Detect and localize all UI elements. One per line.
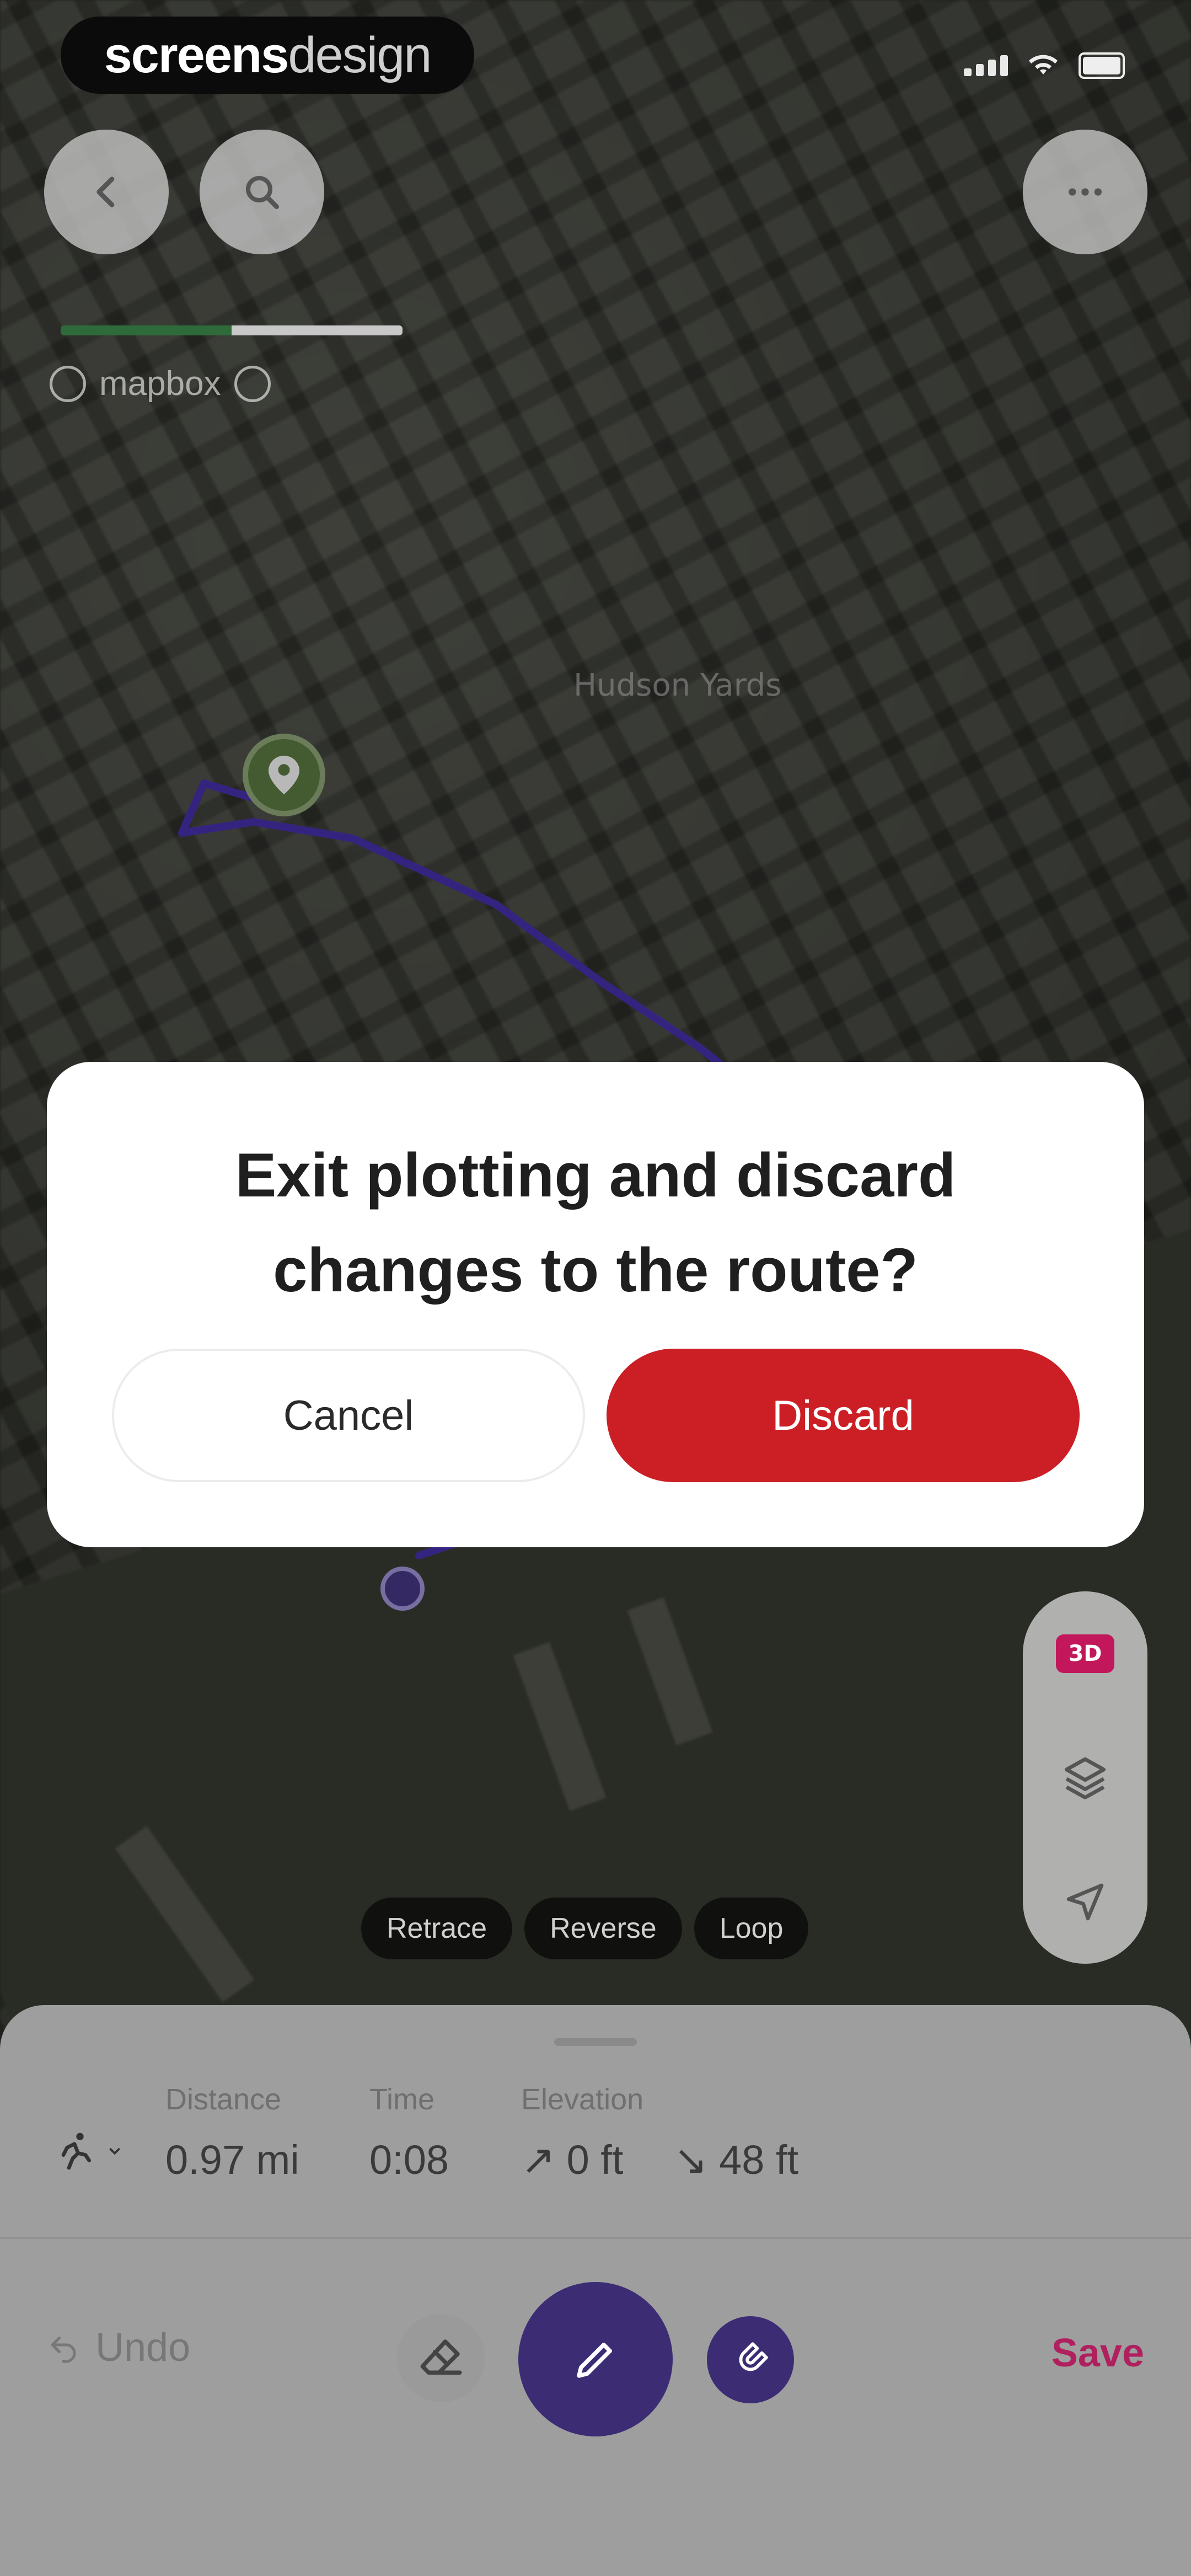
dialog-title: Exit plotting and discard changes to the…	[47, 1128, 1144, 1318]
info-icon[interactable]	[234, 365, 271, 402]
more-options-button[interactable]	[1023, 130, 1147, 254]
chevron-down-icon	[109, 2148, 120, 2155]
retrace-chip[interactable]: Retrace	[361, 1898, 513, 1959]
map-scale-bar	[61, 325, 403, 335]
mapbox-text: mapbox	[99, 365, 221, 403]
undo-button[interactable]: Undo	[47, 2325, 190, 2370]
chevron-left-icon	[96, 177, 115, 207]
distance-label: Distance	[165, 2083, 282, 2116]
toggle-3d-button[interactable]: 3D	[1041, 1610, 1129, 1698]
running-icon	[61, 2133, 92, 2170]
dialog-title-line2: changes to the route?	[273, 1236, 918, 1305]
activity-type-selector[interactable]	[52, 2129, 123, 2173]
discard-changes-dialog: Exit plotting and discard changes to the…	[47, 1062, 1144, 1547]
ellipsis-icon	[1069, 188, 1102, 196]
wifi-icon	[1029, 55, 1058, 74]
brand-part1: screens	[104, 26, 289, 83]
plotting-toolbar: Undo Save	[0, 2237, 1191, 2524]
elevation-gain: ↗ 0 ft	[521, 2137, 624, 2183]
elevation-label: Elevation	[521, 2083, 644, 2116]
pencil-icon	[577, 2343, 612, 2378]
locate-me-button[interactable]	[1041, 1858, 1129, 1946]
time-stat: Time 0:08	[369, 2082, 449, 2183]
mapbox-logo-icon	[50, 365, 86, 402]
search-button[interactable]	[200, 130, 324, 254]
sheet-drag-handle[interactable]	[554, 2038, 637, 2046]
cellular-signal-icon	[964, 55, 1008, 76]
search-icon	[246, 176, 279, 209]
back-button[interactable]	[44, 130, 169, 254]
mapbox-attribution[interactable]: mapbox	[50, 364, 271, 403]
dialog-title-line1: Exit plotting and discard	[235, 1141, 956, 1210]
magnet-icon	[739, 2342, 768, 2371]
route-bottom-sheet: Distance 0.97 mi Time 0:08 Elevation ↗ 0…	[0, 2005, 1191, 2576]
distance-value: 0.97 mi	[165, 2137, 299, 2183]
time-label: Time	[369, 2083, 434, 2116]
erase-button[interactable]	[397, 2314, 485, 2402]
navigation-arrow-icon	[1066, 1883, 1104, 1920]
cancel-button[interactable]: Cancel	[112, 1349, 585, 1482]
undo-icon	[51, 2337, 76, 2363]
undo-label: Undo	[95, 2326, 191, 2370]
map-layers-button[interactable]	[1041, 1734, 1129, 1822]
battery-icon	[1079, 52, 1125, 79]
elevation-value: ↗ 0 ft ↘ 48 ft	[521, 2136, 798, 2184]
brand-part2: design	[288, 26, 432, 83]
time-value: 0:08	[369, 2137, 449, 2183]
elevation-stat: Elevation ↗ 0 ft ↘ 48 ft	[521, 2082, 798, 2184]
elevation-loss: ↘ 48 ft	[673, 2137, 799, 2183]
loop-chip[interactable]: Loop	[694, 1898, 809, 1959]
reverse-chip[interactable]: Reverse	[524, 1898, 682, 1959]
distance-stat: Distance 0.97 mi	[165, 2082, 299, 2183]
route-chip-group: Retrace Reverse Loop	[361, 1898, 809, 1959]
screensdesign-logo: screens design	[61, 17, 474, 94]
layers-icon	[1064, 1757, 1106, 1799]
map-controls: 3D	[1023, 1591, 1147, 1964]
3d-badge: 3D	[1056, 1634, 1114, 1673]
snap-to-roads-button[interactable]	[707, 2316, 794, 2403]
route-stats-row: Distance 0.97 mi Time 0:08 Elevation ↗ 0…	[0, 2082, 1191, 2239]
draw-route-button[interactable]	[518, 2282, 673, 2436]
status-bar-icons	[964, 52, 1125, 79]
discard-button[interactable]: Discard	[607, 1349, 1080, 1482]
save-button[interactable]: Save	[1051, 2331, 1144, 2376]
eraser-icon	[420, 2339, 462, 2375]
